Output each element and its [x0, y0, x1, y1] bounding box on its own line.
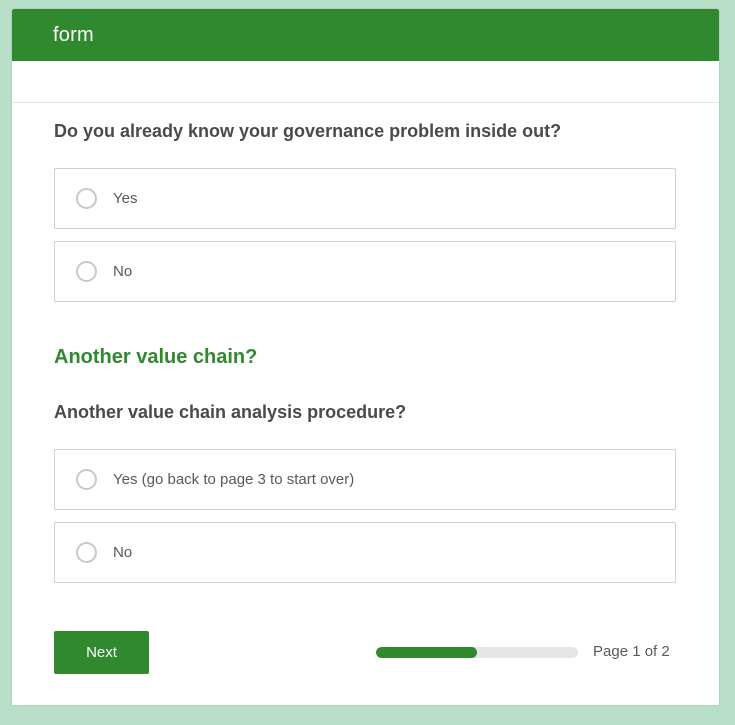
header-divider — [12, 102, 719, 103]
question-governance: Do you already know your governance prob… — [54, 121, 562, 141]
option-label: Yes (go back to page 3 to start over) — [113, 471, 355, 488]
option-governance-yes[interactable]: Yes — [54, 168, 676, 229]
next-button[interactable]: Next — [54, 631, 149, 674]
radio-circle-icon[interactable] — [76, 188, 97, 209]
form-header: form — [12, 9, 719, 61]
question-value-chain: Another value chain analysis procedure? — [54, 402, 407, 422]
radio-circle-icon[interactable] — [76, 542, 97, 563]
option-label: Yes — [113, 190, 138, 207]
progress-fill — [376, 647, 477, 658]
progress-bar — [376, 647, 578, 658]
form-card: form Do you already know your governance… — [12, 9, 719, 705]
radio-circle-icon[interactable] — [76, 469, 97, 490]
page-indicator: Page 1 of 2 — [593, 643, 670, 660]
form-title: form — [53, 23, 94, 46]
radio-circle-icon[interactable] — [76, 261, 97, 282]
option-label: No — [113, 263, 133, 280]
option-value-chain-no[interactable]: No — [54, 522, 676, 583]
section-title: Another value chain? — [54, 346, 258, 368]
option-governance-no[interactable]: No — [54, 241, 676, 302]
option-label: No — [113, 544, 133, 561]
option-value-chain-yes[interactable]: Yes (go back to page 3 to start over) — [54, 449, 676, 510]
